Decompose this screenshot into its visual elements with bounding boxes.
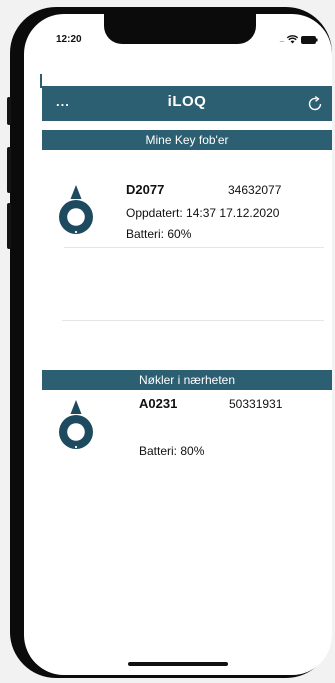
iloq-logo: iLOQ [167, 93, 207, 110]
wifi-icon [287, 35, 298, 44]
notch [104, 14, 256, 44]
key-fob-icon [59, 185, 93, 234]
status-icons: .... [279, 35, 318, 44]
my-fobs-header: Mine Key fob'er [42, 130, 332, 150]
key-fob-icon [59, 400, 93, 449]
refresh-icon[interactable] [306, 95, 324, 113]
nearby-key-id: A0231 [139, 396, 178, 411]
side-button [7, 97, 11, 125]
volume-up-button [7, 147, 11, 193]
volume-down-button [7, 203, 11, 249]
divider [62, 320, 324, 321]
status-time: 12:20 [56, 34, 82, 45]
divider [64, 247, 324, 248]
key-fob-serial: 34632077 [228, 183, 282, 197]
app-bar: ... iLOQ [40, 74, 332, 121]
home-indicator[interactable] [128, 662, 228, 666]
app-bar-edge [40, 74, 42, 88]
key-fob-battery: Batteri: 60% [126, 227, 192, 241]
nearby-keys-header: Nøkler i nærheten [42, 370, 332, 390]
nearby-key-serial: 50331931 [229, 397, 283, 411]
key-fob-id: D2077 [126, 182, 165, 197]
nearby-key-battery: Batteri: 80% [139, 444, 205, 458]
signal-dots-icon: .... [279, 35, 285, 44]
screen: 12:20 .... ... iLOQ Mine Key fob'er D207… [24, 14, 332, 675]
key-fob-updated: Oppdatert: 14:37 17.12.2020 [126, 206, 280, 220]
battery-icon [301, 35, 318, 44]
